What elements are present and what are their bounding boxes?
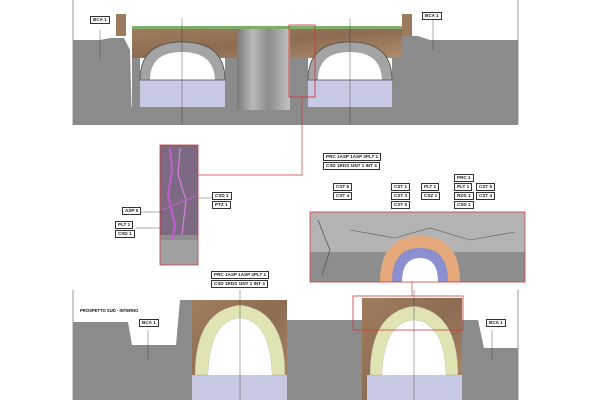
label-top-row2: CSD 1RDS 1INT 1 INT 4 (323, 162, 380, 170)
label-bca-top-left: BCA 1 (90, 16, 110, 24)
label-bca-bottom-right: BCA 1 (486, 319, 506, 327)
drawing-svg (72, 0, 526, 400)
label-csd-1-left: CSD 1 (115, 230, 135, 238)
label-csd1-d: CSD 1 (454, 201, 474, 209)
label-cst5-b: CST 5 (391, 201, 411, 209)
label-cst4-e: CST 4 (476, 192, 496, 200)
label-cst3-b: CST 3 (391, 192, 411, 200)
label-plt1-c: PLT 1 (421, 183, 440, 191)
label-rds1-d: RDS 1 (454, 192, 474, 200)
label-plt1-d: PLT 1 (454, 183, 473, 191)
caption-prospetto: PROSPETTO SUD - INTERNO (80, 308, 139, 313)
drawing-canvas: BCA 1 BCA 1 CSD 1 PTZ 1 ASP 5 PLT 1 CSD … (0, 0, 600, 400)
top-elevation (73, 14, 518, 125)
label-cst5-e: CST 5 (476, 183, 496, 191)
label-asp-5: ASP 5 (122, 207, 142, 215)
label-cst1-b: CST 1 (391, 183, 411, 191)
label-bca-bottom-left: BCA 1 (139, 319, 159, 327)
label-prc1-d: PRC 1 (454, 174, 474, 182)
label-csd-1: CSD 1 (212, 192, 232, 200)
label-bca-top-right: BCA 1 (422, 12, 442, 20)
label-top-row1: PRC 1ASP 1ASP 2PLT 1 (323, 153, 382, 161)
detail-arch (309, 211, 526, 283)
detail-strip (136, 144, 212, 266)
label-cst5-a: CST 5 (333, 183, 353, 191)
label-bot-row2: CSD 1RDS 1INT 1 INT 4 (211, 280, 268, 288)
label-plt-1-left: PLT 1 (115, 221, 134, 229)
bottom-elevation (73, 290, 518, 400)
label-bot-row1: PRC 1ASP 1ASP 2PLT 1 (211, 271, 270, 279)
label-ptz-1: PTZ 1 (212, 201, 231, 209)
label-cst4-a: CST 4 (333, 192, 353, 200)
label-csz1-c: CSZ 1 (421, 192, 441, 200)
